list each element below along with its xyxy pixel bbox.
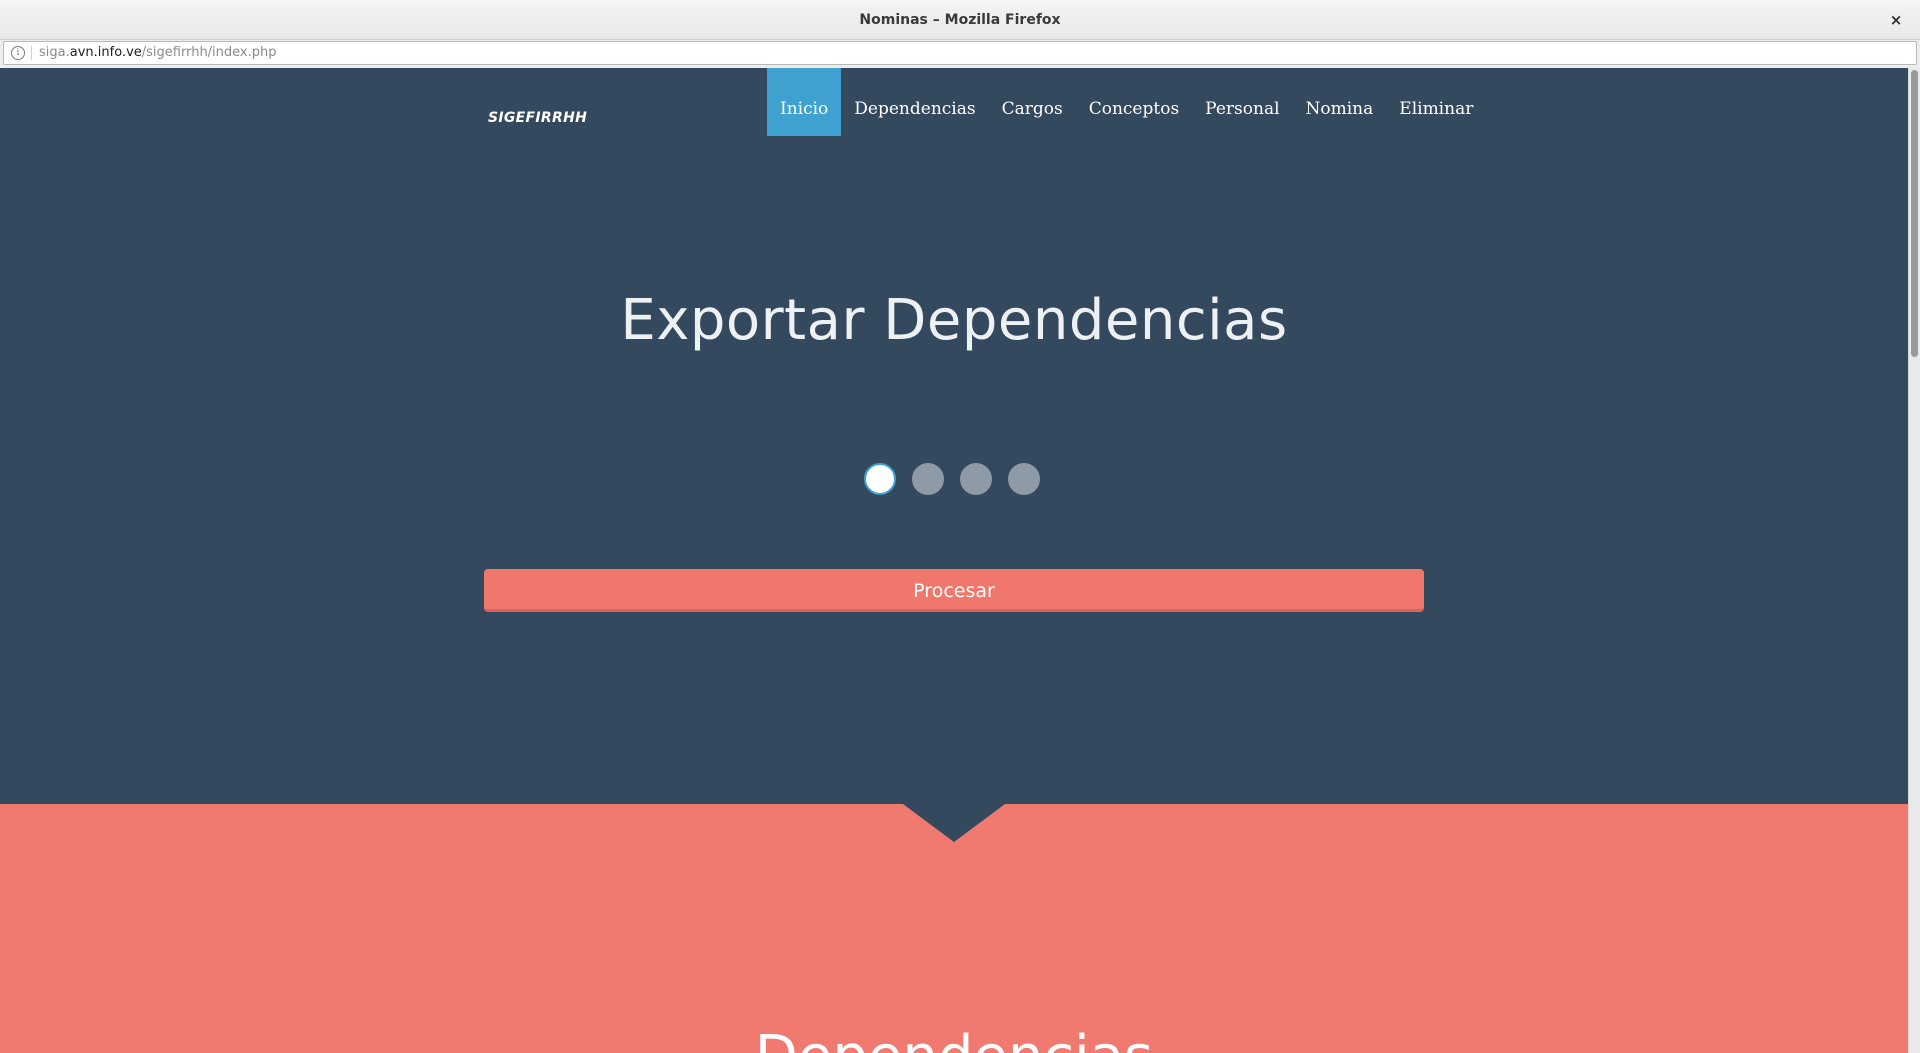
hero-section: SIGEFIRRHH Inicio Dependencias Cargos Co…	[0, 68, 1908, 804]
nav-item-eliminar[interactable]: Eliminar	[1386, 68, 1486, 136]
url-bar[interactable]: i siga.avn.info.ve/sigefirrhh/index.php	[3, 41, 1917, 65]
slide-dot-1[interactable]	[864, 463, 896, 495]
slide-dot-3[interactable]	[960, 463, 992, 495]
section-title: Dependencias	[0, 1024, 1908, 1053]
page-scrollbar[interactable]	[1908, 68, 1920, 1053]
page-title: Exportar Dependencias	[620, 288, 1288, 353]
scrollbar-thumb[interactable]	[1911, 70, 1918, 357]
url-separator	[31, 46, 32, 60]
dependencias-section: Dependencias	[0, 804, 1908, 1053]
brand-logo[interactable]: SIGEFIRRHH	[488, 110, 587, 126]
nav-item-nomina[interactable]: Nomina	[1293, 68, 1387, 136]
nav-item-personal[interactable]: Personal	[1192, 68, 1292, 136]
slide-dot-4[interactable]	[1008, 463, 1040, 495]
url-domain: avn.info.ve	[69, 45, 142, 60]
procesar-button[interactable]: Procesar	[484, 569, 1424, 612]
main-nav: Inicio Dependencias Cargos Conceptos Per…	[767, 68, 1486, 136]
window-title: Nominas – Mozilla Firefox	[859, 12, 1061, 28]
url-prefix: siga.	[39, 45, 70, 60]
window-close-button[interactable]: ×	[1884, 8, 1908, 32]
url-path: /sigefirrhh/index.php	[141, 45, 277, 60]
slide-dot-2[interactable]	[912, 463, 944, 495]
nav-item-dependencias[interactable]: Dependencias	[841, 68, 988, 136]
navigation-toolbar: i siga.avn.info.ve/sigefirrhh/index.php	[0, 40, 1920, 68]
nav-item-conceptos[interactable]: Conceptos	[1076, 68, 1192, 136]
window-titlebar: Nominas – Mozilla Firefox ×	[0, 0, 1920, 40]
slide-indicators	[864, 463, 1040, 495]
info-icon[interactable]: i	[11, 46, 25, 60]
nav-item-inicio[interactable]: Inicio	[767, 68, 842, 136]
section-arrow	[903, 804, 1005, 842]
url-text[interactable]: siga.avn.info.ve/sigefirrhh/index.php	[39, 42, 277, 64]
nav-item-cargos[interactable]: Cargos	[989, 68, 1076, 136]
page-viewport: SIGEFIRRHH Inicio Dependencias Cargos Co…	[0, 68, 1920, 1053]
